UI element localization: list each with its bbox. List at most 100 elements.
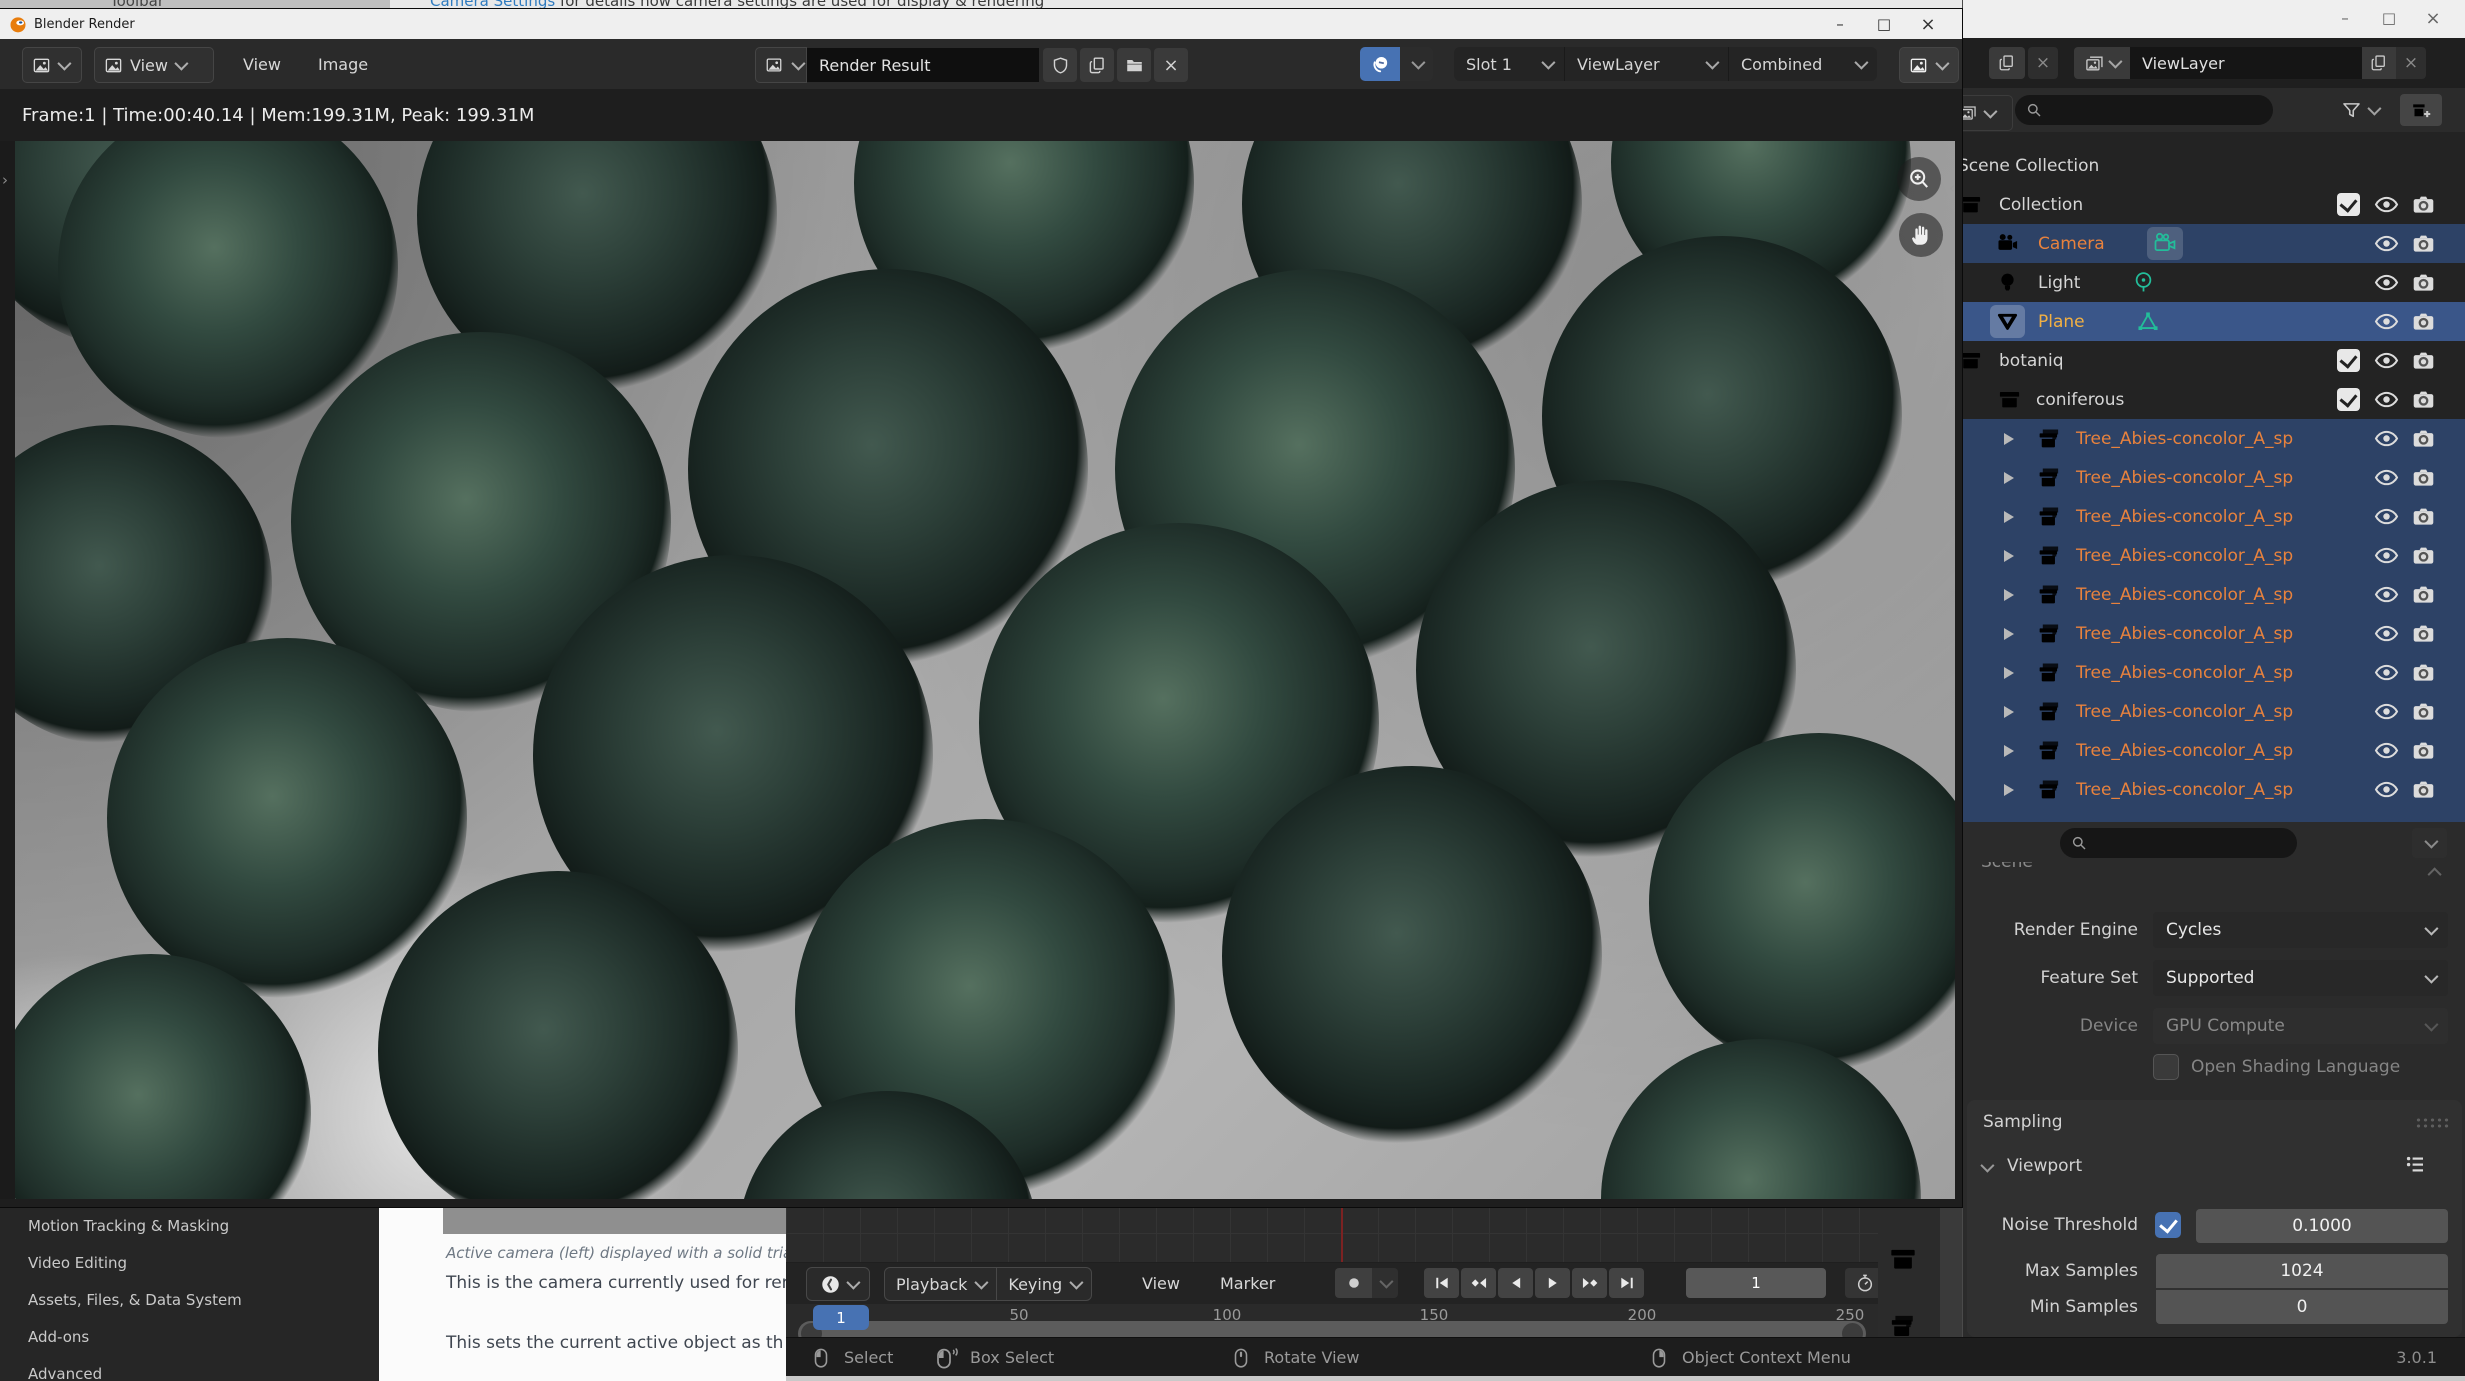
main-window-titlebar[interactable]: – □ × — [1963, 0, 2465, 38]
min-samples-field[interactable]: 0 — [2156, 1290, 2448, 1324]
hide-eye-icon[interactable] — [2374, 543, 2399, 568]
disable-render-camera-icon[interactable] — [2411, 309, 2436, 334]
tree-object-label[interactable]: Tree_Abies-concolor_A_sp — [2076, 429, 2293, 449]
properties-options-dropdown[interactable] — [2412, 828, 2447, 858]
new-collection-button[interactable] — [2400, 94, 2442, 126]
disable-render-camera-icon[interactable] — [2411, 504, 2436, 529]
outliner-row-tree[interactable]: Tree_Abies-concolor_A_sp — [1963, 575, 2465, 614]
timeline-view-menu[interactable]: View — [1142, 1274, 1180, 1293]
play-button[interactable] — [1535, 1268, 1570, 1298]
jump-to-start-button[interactable] — [1424, 1268, 1459, 1298]
feature-set-dropdown[interactable]: Supported — [2153, 960, 2448, 996]
timeline-scrub-area[interactable]: 50 100 150 200 250 1 — [786, 1304, 1878, 1337]
tree-object-label[interactable]: Tree_Abies-concolor_A_sp — [2076, 546, 2293, 566]
expand-arrow-icon[interactable] — [2004, 745, 2014, 757]
record-button[interactable] — [1335, 1268, 1372, 1298]
expand-arrow-icon[interactable] — [2004, 433, 2014, 445]
maximize-button[interactable]: □ — [1862, 11, 1906, 37]
docs-sidebar-item[interactable]: Advanced — [0, 1355, 379, 1381]
tree-object-label[interactable]: Tree_Abies-concolor_A_sp — [2076, 741, 2293, 761]
outliner-row-tree[interactable]: Tree_Abies-concolor_A_sp — [1963, 419, 2465, 458]
disable-render-camera-icon[interactable] — [2411, 192, 2436, 217]
outliner-row-scene-collection[interactable]: Scene Collection — [1963, 146, 2465, 185]
outliner-row-botaniq[interactable]: botaniq — [1963, 341, 2465, 380]
render-pass-dropdown[interactable]: Combined — [1729, 47, 1877, 81]
hide-eye-icon[interactable] — [2374, 231, 2399, 256]
expand-arrow-icon[interactable] — [2004, 472, 2014, 484]
properties-search-input[interactable] — [2060, 828, 2297, 858]
hide-eye-icon[interactable] — [2374, 426, 2399, 451]
new-viewlayer-button[interactable] — [2362, 47, 2396, 79]
collection-checkbox[interactable] — [2337, 349, 2360, 372]
editor-mode-dropdown[interactable]: View — [94, 47, 214, 83]
plane-label[interactable]: Plane — [2038, 312, 2085, 332]
timeline-marker-menu[interactable]: Marker — [1220, 1274, 1275, 1293]
jump-to-end-button[interactable] — [1609, 1268, 1644, 1298]
maximize-button[interactable]: □ — [2367, 5, 2411, 31]
object-properties-tab-icon[interactable] — [1890, 1313, 1916, 1339]
disable-render-camera-icon[interactable] — [2411, 660, 2436, 685]
viewlayer-dropdown[interactable]: ViewLayer — [1565, 47, 1728, 81]
close-button[interactable]: × — [2411, 5, 2455, 31]
outliner-editor-type-button[interactable] — [1963, 95, 2013, 131]
expand-arrow-icon[interactable] — [2004, 667, 2014, 679]
viewlayer-name-field[interactable]: ViewLayer — [2130, 47, 2362, 79]
filter-dropdown[interactable] — [2341, 95, 2378, 125]
outliner-row-tree[interactable]: Tree_Abies-concolor_A_sp — [1963, 731, 2465, 770]
outliner-row-tree[interactable]: Tree_Abies-concolor_A_sp — [1963, 614, 2465, 653]
disable-render-camera-icon[interactable] — [2411, 231, 2436, 256]
disable-render-camera-icon[interactable] — [2411, 270, 2436, 295]
noise-threshold-field[interactable]: 0.1000 — [2196, 1209, 2448, 1243]
viewport-subpanel-header[interactable]: Viewport — [2007, 1156, 2082, 1176]
hide-eye-icon[interactable] — [2374, 621, 2399, 646]
image-browse-button[interactable] — [755, 47, 807, 83]
disable-render-camera-icon[interactable] — [2411, 465, 2436, 490]
tree-object-label[interactable]: Tree_Abies-concolor_A_sp — [2076, 507, 2293, 527]
hide-eye-icon[interactable] — [2374, 465, 2399, 490]
image-name-field[interactable]: Render Result — [807, 48, 1039, 82]
docs-sidebar-item[interactable]: Motion Tracking & Masking — [0, 1207, 379, 1244]
collection-label[interactable]: Collection — [1999, 195, 2083, 215]
outliner-row-tree[interactable]: Tree_Abies-concolor_A_sp — [1963, 653, 2465, 692]
scrollbar-right-cap[interactable] — [1842, 1323, 1863, 1337]
rendered-image[interactable]: ‹ — [15, 141, 1955, 1199]
disable-render-camera-icon[interactable] — [2411, 738, 2436, 763]
hide-eye-icon[interactable] — [2374, 348, 2399, 373]
noise-threshold-checkbox[interactable] — [2155, 1212, 2181, 1238]
docs-sidebar-item[interactable]: Video Editing — [0, 1244, 379, 1281]
disable-render-camera-icon[interactable] — [2411, 387, 2436, 412]
menu-view[interactable]: View — [243, 55, 281, 74]
docs-sidebar-item[interactable]: Assets, Files, & Data System — [0, 1281, 379, 1318]
outliner-row-plane[interactable]: Plane — [1963, 302, 2465, 341]
timeline-editor-type-button[interactable] — [806, 1267, 870, 1301]
outliner-search-input[interactable] — [2015, 95, 2273, 125]
expand-arrow-icon[interactable] — [2004, 511, 2014, 523]
tree-object-label[interactable]: Tree_Abies-concolor_A_sp — [2076, 663, 2293, 683]
list-options-icon[interactable] — [2403, 1152, 2427, 1176]
menu-image[interactable]: Image — [318, 55, 368, 74]
zoom-button[interactable] — [1897, 157, 1941, 201]
disable-render-camera-icon[interactable] — [2411, 777, 2436, 802]
outliner-row-tree[interactable]: Tree_Abies-concolor_A_sp — [1963, 692, 2465, 731]
light-label[interactable]: Light — [2038, 273, 2080, 293]
collection-checkbox[interactable] — [2337, 388, 2360, 411]
botaniq-label[interactable]: botaniq — [1999, 351, 2064, 371]
max-samples-field[interactable]: 1024 — [2156, 1254, 2448, 1288]
minimize-button[interactable]: – — [2323, 5, 2367, 31]
expand-arrow-icon[interactable] — [2004, 628, 2014, 640]
sidebar-expand-arrow-icon[interactable]: › — [2, 171, 8, 189]
display-channels-dropdown[interactable] — [1899, 47, 1959, 83]
disable-render-camera-icon[interactable] — [2411, 348, 2436, 373]
expand-arrow-icon[interactable] — [2004, 589, 2014, 601]
timeline-track-area[interactable] — [786, 1207, 1878, 1263]
hide-eye-icon[interactable] — [2374, 777, 2399, 802]
remove-viewlayer-button[interactable]: × — [2396, 47, 2426, 79]
gizmos-dropdown[interactable] — [1400, 47, 1433, 81]
outliner-row-tree[interactable]: Tree_Abies-concolor_A_sp — [1963, 458, 2465, 497]
hide-eye-icon[interactable] — [2374, 660, 2399, 685]
sampling-header[interactable]: Sampling — [1983, 1112, 2063, 1132]
hide-eye-icon[interactable] — [2374, 582, 2399, 607]
render-engine-dropdown[interactable]: Cycles — [2153, 912, 2448, 948]
hide-eye-icon[interactable] — [2374, 699, 2399, 724]
current-frame-field[interactable]: 1 — [1686, 1268, 1826, 1298]
